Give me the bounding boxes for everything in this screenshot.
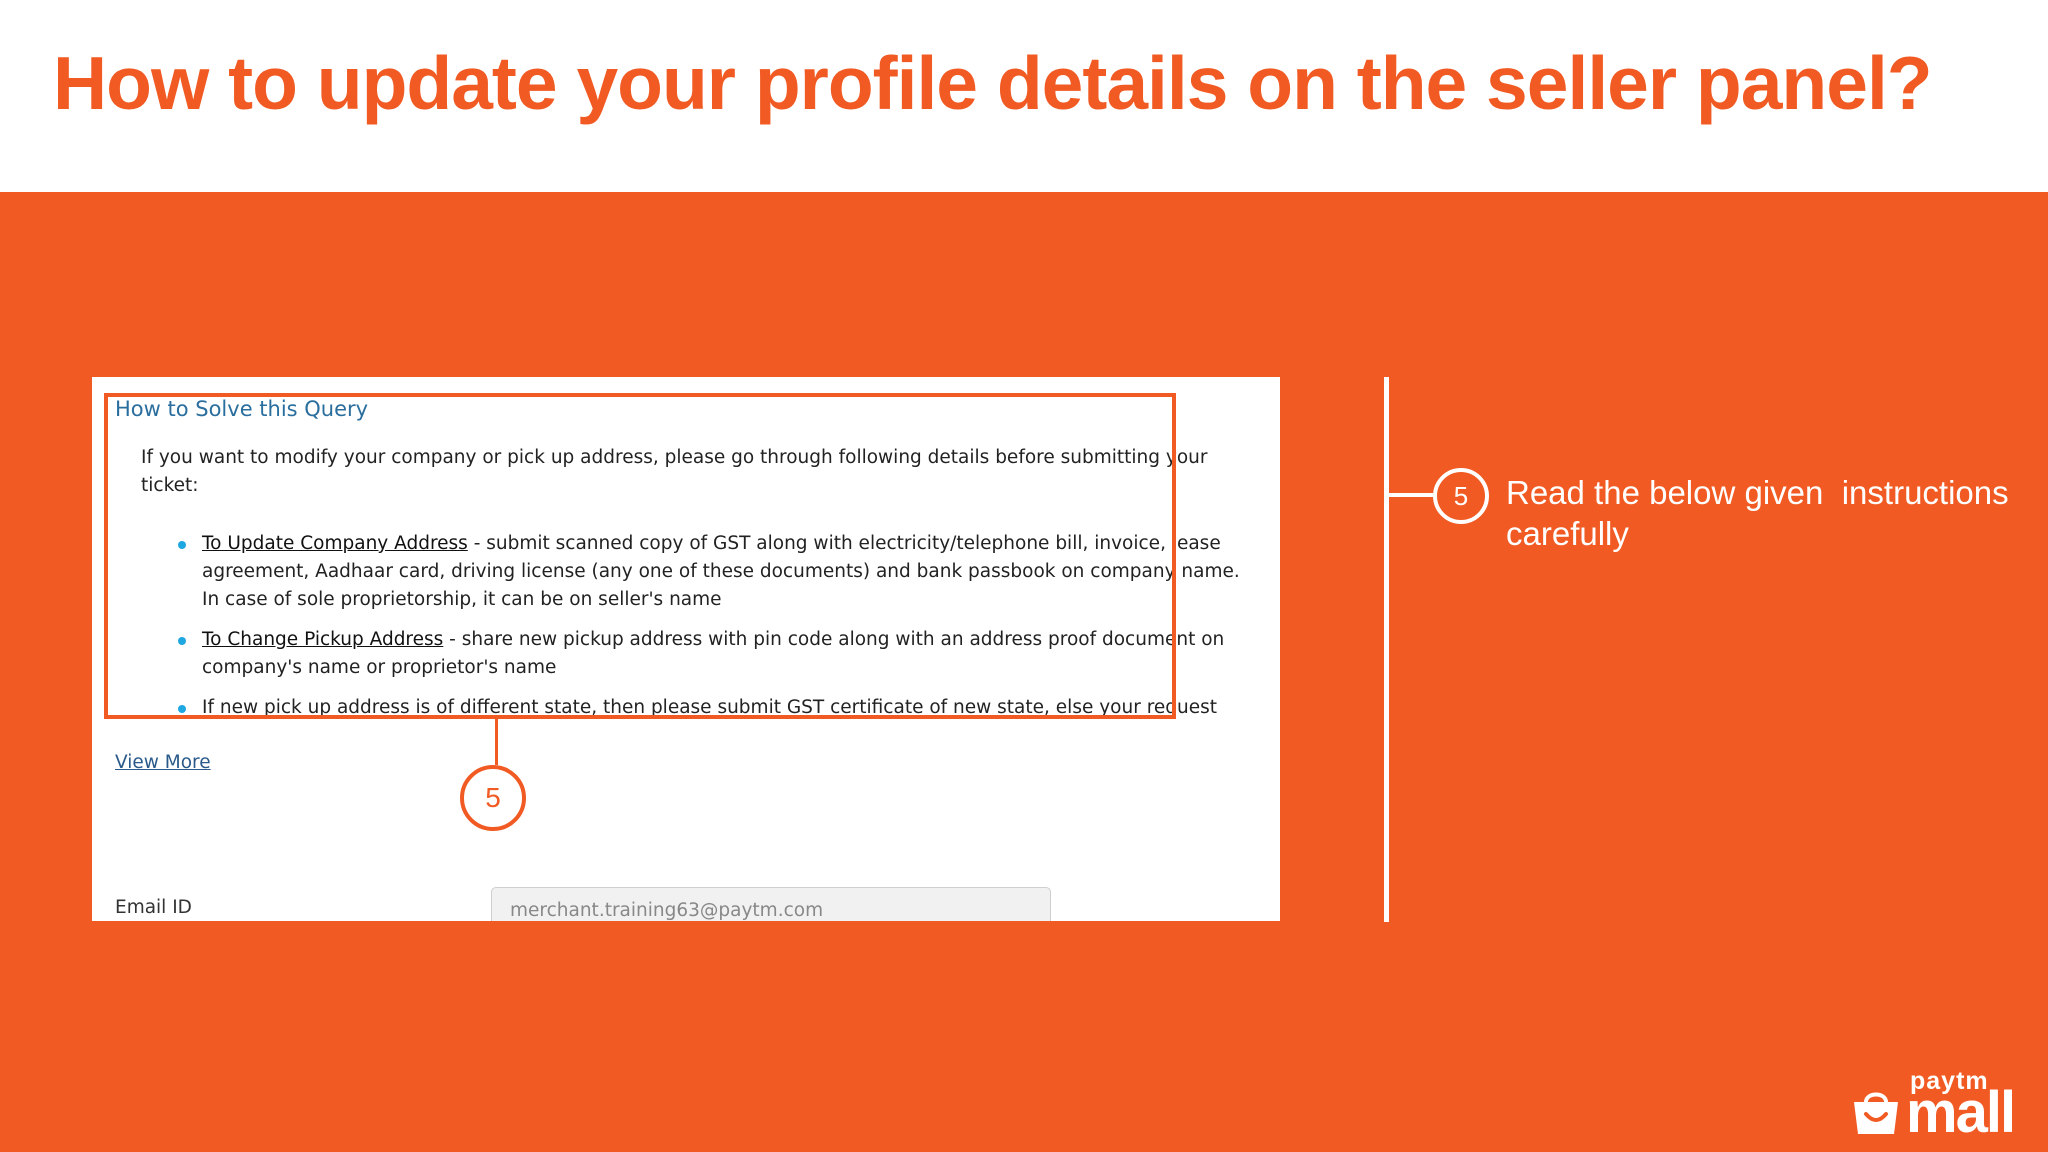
slide-title: How to update your profile details on th…	[53, 41, 1933, 125]
paytm-mall-logo: paytm mall	[1850, 1068, 2032, 1142]
view-more-link[interactable]: View More	[115, 752, 211, 773]
callout-vertical-line	[1384, 377, 1389, 922]
instruction-text: Read the below given instructions carefu…	[1506, 474, 2018, 552]
slide-header: How to update your profile details on th…	[0, 0, 2048, 192]
logo-mall-text: mall	[1906, 1080, 2016, 1145]
shopping-bag-icon	[1854, 1092, 1898, 1134]
callout-connector	[495, 719, 498, 765]
highlight-box	[104, 393, 1176, 719]
step-badge: 5	[460, 765, 526, 831]
embedded-screenshot: How to Solve this Query If you want to m…	[92, 377, 1280, 921]
callout-tick	[1389, 493, 1433, 497]
email-label: Email ID	[115, 897, 192, 918]
email-field[interactable]: merchant.training63@paytm.com	[491, 887, 1051, 921]
step-number-badge: 5	[1433, 468, 1489, 524]
